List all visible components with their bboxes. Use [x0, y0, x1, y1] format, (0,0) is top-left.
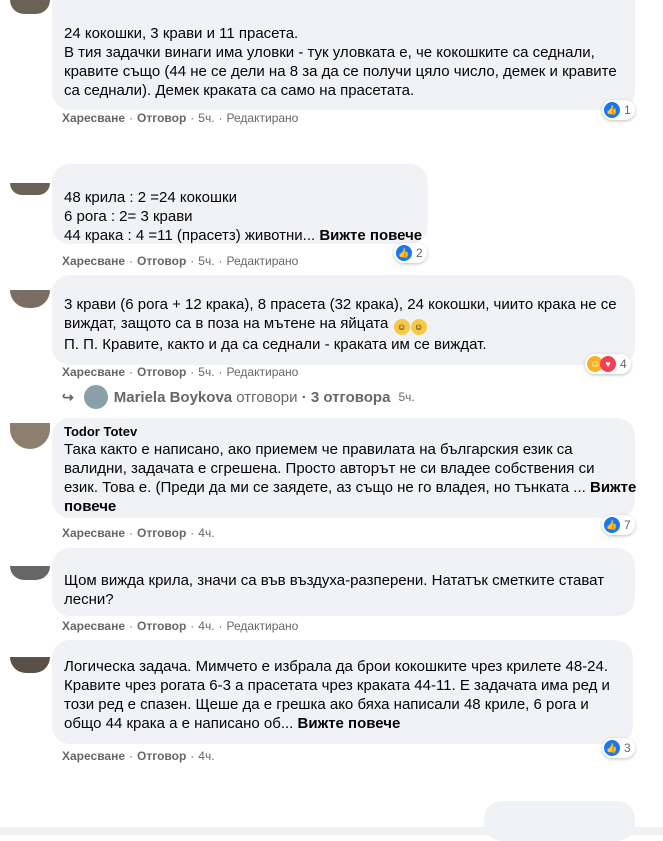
avatar[interactable] [10, 290, 50, 308]
view-replies-link[interactable]: ↪ Mariela Boykova отговори · 3 отговора … [62, 385, 415, 409]
reaction-count[interactable]: 👍 7 [602, 515, 635, 535]
like-button[interactable]: Харесване [62, 526, 125, 540]
comment-text: Кравите чрез рогата 6-3 а прасетата чрез… [64, 677, 610, 694]
comment-text: В тия задачки винаги има уловки - тук ул… [64, 44, 595, 61]
comment-actions: Харесване · Отговор · 4ч. [62, 526, 215, 540]
timestamp[interactable]: 5ч. [198, 365, 214, 379]
see-more-link[interactable]: повече [64, 497, 623, 516]
like-reaction-icon: 👍 [396, 245, 412, 261]
comment-bubble: Щом вижда крила, значи са във въздуха-ра… [52, 548, 635, 616]
reaction-number: 1 [624, 103, 631, 117]
edited-label: Редактирано [226, 111, 299, 125]
like-button[interactable]: Харесване [62, 619, 125, 633]
reply-author-name[interactable]: Mariela Boykova [114, 389, 232, 406]
reaction-number: 2 [416, 246, 423, 260]
divider [0, 827, 663, 835]
comment-author[interactable]: Todor Totev [64, 424, 623, 440]
reply-button[interactable]: Отговор [137, 254, 186, 268]
reply-arrow-icon: ↪ [62, 388, 74, 405]
reaction-count[interactable]: 👍 2 [394, 243, 427, 263]
comment-text: кравите също (44 не се дели на 8 за да с… [64, 63, 617, 80]
love-reaction-icon: ♥ [600, 356, 616, 372]
timestamp[interactable]: 5ч. [198, 254, 214, 268]
comment-actions: Харесване · Отговор · 5ч. · Редактирано [62, 254, 299, 268]
comment-bubble [484, 801, 635, 841]
avatar[interactable] [10, 183, 50, 195]
see-more-link[interactable]: Вижте повече [298, 715, 401, 732]
comment-text: 44 крака : 4 =11 (прасетз) животни... Ви… [64, 227, 423, 244]
like-button[interactable]: Харесване [62, 254, 125, 268]
comment-text: 48 крила : 2 =24 кокошки [64, 189, 237, 206]
comment-text: език. Това е. (Преди да ми се заядете, а… [64, 479, 637, 496]
comment-bubble: Логическа задача. Мимчето е избрала да б… [52, 640, 633, 744]
comment-actions: Харесване · Отговор · 4ч. [62, 749, 215, 763]
like-button[interactable]: Харесване [62, 365, 125, 379]
reaction-number: 7 [624, 518, 631, 532]
comment-text: този ред е спазен. Щеше да е грешка ако … [64, 696, 589, 713]
timestamp[interactable]: 4ч. [198, 749, 214, 763]
avatar [83, 385, 108, 409]
like-reaction-icon: 👍 [604, 102, 620, 118]
reaction-count[interactable]: ☺ ♥ 4 [585, 354, 631, 374]
reaction-number: 4 [620, 357, 627, 371]
comment-text: Логическа задача. Мимчето е избрала да б… [64, 658, 609, 675]
timestamp[interactable]: 4ч. [198, 619, 214, 633]
comment-text: Така както е написано, ако приемем че пр… [64, 441, 573, 458]
reaction-number: 3 [624, 741, 631, 755]
comment-bubble: 48 крила : 2 =24 кокошки 6 рога : 2= 3 к… [52, 164, 428, 244]
comment-text: виждат, защото са в поза на мътене на яй… [64, 314, 623, 335]
reply-button[interactable]: Отговор [137, 111, 186, 125]
timestamp[interactable]: 4ч. [198, 526, 214, 540]
avatar[interactable] [10, 566, 50, 580]
see-more-link[interactable]: Вижте [590, 479, 636, 496]
comment-text: са седнали). Демек краката са само на пр… [64, 82, 415, 99]
comment-text: валидни, задачата е сгрешена. Просто авт… [64, 460, 595, 477]
reply-button[interactable]: Отговор [137, 619, 186, 633]
like-reaction-icon: 👍 [604, 740, 620, 756]
edited-label: Редактирано [226, 365, 299, 379]
comment-text: 6 рога : 2= 3 крави [64, 208, 193, 225]
see-more-link[interactable]: Вижте повече [319, 227, 422, 244]
avatar[interactable] [10, 0, 50, 14]
comment-actions: Харесване · Отговор · 5ч. · Редактирано [62, 111, 299, 125]
comment-text: общо 44 крака а е написано об... Вижте п… [64, 715, 401, 732]
like-button[interactable]: Харесване [62, 749, 125, 763]
avatar[interactable] [10, 423, 50, 449]
comment-actions: Харесване · Отговор · 4ч. · Редактирано [62, 619, 299, 633]
comment-bubble: Todor Totev Така както е написано, ако п… [52, 418, 637, 518]
edited-label: Редактирано [226, 254, 299, 268]
comment-text: П. П. Кравите, както и да са седнали - к… [64, 336, 487, 353]
reply-button[interactable]: Отговор [137, 749, 186, 763]
like-reaction-icon: 👍 [604, 517, 620, 533]
reaction-count[interactable]: 👍 1 [602, 100, 635, 120]
timestamp: 5ч. [398, 390, 415, 404]
avatar[interactable] [10, 657, 50, 673]
reaction-count[interactable]: 👍 3 [602, 738, 635, 758]
timestamp[interactable]: 5ч. [198, 111, 214, 125]
grin-emoji-icon: ☺ [410, 319, 427, 335]
like-button[interactable]: Харесване [62, 111, 125, 125]
comment-bubble: 3 крави (6 рога + 12 крака), 8 прасета (… [52, 275, 635, 365]
comment-bubble: 24 кокошки, 3 крави и 11 прасета. В тия … [52, 0, 635, 110]
comment-text: Щом вижда крила, значи са във въздуха-ра… [64, 572, 605, 589]
reply-button[interactable]: Отговор [137, 365, 186, 379]
comment-text: 24 кокошки, 3 крави и 11 прасета. [64, 25, 299, 42]
comment-text: 3 крави (6 рога + 12 крака), 8 прасета (… [64, 296, 617, 313]
comment-text: лесни? [64, 591, 114, 608]
reply-count: 3 отговора [310, 388, 391, 406]
reply-button[interactable]: Отговор [137, 526, 186, 540]
smiley-emoji-icon: ☺ [393, 319, 410, 335]
comment-actions: Харесване · Отговор · 5ч. · Редактирано [62, 365, 299, 379]
edited-label: Редактирано [226, 619, 299, 633]
